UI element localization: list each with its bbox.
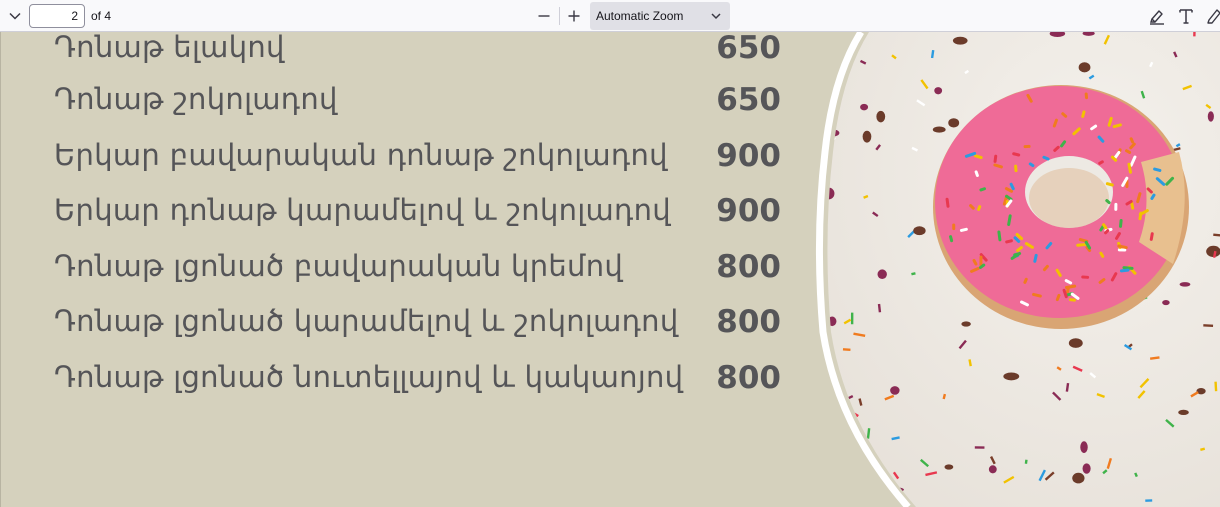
crumb bbox=[877, 269, 887, 279]
pdf-toolbar: of 4 Automatic Zoom bbox=[0, 0, 1220, 32]
pdf-page: Դոնաթ ելակով 650 Դոնաթ շոկոլադով 650 Երկ… bbox=[0, 32, 1220, 507]
draw-icon bbox=[1207, 9, 1220, 24]
highlight-button[interactable] bbox=[1146, 5, 1168, 27]
document-viewer[interactable]: Դոնաթ ելակով 650 Դոնաթ շոկոլադով 650 Երկ… bbox=[0, 32, 1220, 507]
menu-item: Դոնաթ լցոնած բավարական կրեմով 800 bbox=[1, 249, 821, 305]
crumb bbox=[850, 312, 854, 325]
zoom-out-button[interactable] bbox=[534, 5, 554, 27]
plus-icon bbox=[568, 10, 580, 22]
crumb bbox=[1203, 324, 1214, 327]
text-icon bbox=[1179, 9, 1193, 24]
crumb bbox=[1178, 409, 1189, 415]
draw-tool-button[interactable] bbox=[1203, 5, 1220, 27]
menu-item-name: Դոնաթ լցոնած նուտելլայով և կակաոյով bbox=[54, 360, 684, 394]
minus-icon bbox=[538, 15, 550, 17]
chevron-down-icon bbox=[9, 12, 21, 20]
zoom-in-button[interactable] bbox=[564, 5, 584, 27]
menu-item: Դոնաթ լցոնած կարամելով և շոկոլադով 800 bbox=[1, 304, 821, 360]
menu-item-price: 900 bbox=[716, 193, 781, 229]
highlighter-icon bbox=[1150, 10, 1164, 25]
menu-item-name: Դոնաթ ելակով bbox=[54, 32, 285, 64]
donut-illustration bbox=[815, 32, 1220, 507]
menu-item-name: Դոնաթ շոկոլադով bbox=[54, 82, 338, 116]
menu-item: Դոնաթ ելակով 650 bbox=[1, 32, 821, 86]
crumb bbox=[827, 316, 837, 327]
crumb bbox=[952, 36, 968, 45]
menu-item-price: 800 bbox=[716, 304, 781, 340]
menu-item: Դոնաթ շոկոլադով 650 bbox=[1, 82, 821, 138]
crumb bbox=[818, 423, 826, 433]
toolbar-divider bbox=[559, 7, 560, 25]
crumb bbox=[890, 386, 900, 395]
crumb bbox=[827, 42, 832, 50]
menu-item-name: Երկար բավարական դոնաթ շոկոլադով bbox=[54, 138, 668, 172]
crumb bbox=[1003, 372, 1020, 381]
crumb bbox=[948, 118, 960, 128]
crumb bbox=[1082, 463, 1091, 474]
crumb bbox=[1080, 441, 1088, 454]
crumb bbox=[862, 130, 872, 143]
crumb bbox=[1162, 299, 1170, 306]
chevron-down-icon bbox=[711, 13, 721, 20]
crumb bbox=[1072, 472, 1085, 484]
crumb bbox=[944, 464, 954, 470]
crumb bbox=[961, 321, 971, 327]
crumb bbox=[1068, 338, 1083, 348]
menu-item-name: Դոնաթ լցոնած կարամելով և շոկոլադով bbox=[54, 304, 679, 338]
donut-photo bbox=[801, 32, 1220, 507]
crumb bbox=[1145, 499, 1153, 502]
zoom-select-value: Automatic Zoom bbox=[596, 9, 684, 23]
sprinkle bbox=[1081, 275, 1090, 279]
crumb bbox=[932, 126, 946, 133]
menu-item-price: 900 bbox=[716, 138, 781, 174]
crumb bbox=[876, 110, 886, 123]
crumb bbox=[1078, 62, 1091, 73]
menu-item-price: 800 bbox=[716, 249, 781, 285]
crumb bbox=[913, 226, 926, 236]
page-count-label: of 4 bbox=[91, 9, 112, 23]
crumb bbox=[974, 446, 985, 449]
menu-item-name: Դոնաթ լցոնած բավարական կրեմով bbox=[54, 249, 624, 283]
crumb bbox=[934, 87, 943, 95]
menu-item-price: 650 bbox=[716, 82, 781, 118]
sprinkle bbox=[952, 223, 956, 231]
menu-item-name: Երկար դոնաթ կարամելով և շոկոլադով bbox=[54, 193, 671, 227]
crumb bbox=[1179, 282, 1191, 287]
menu-item-price: 800 bbox=[716, 360, 781, 396]
page-number-input[interactable] bbox=[29, 4, 85, 28]
menu-item: Երկար դոնաթ կարամելով և շոկոլադով 900 bbox=[1, 193, 821, 249]
text-tool-button[interactable] bbox=[1175, 5, 1197, 27]
crumb bbox=[988, 465, 997, 474]
crumb bbox=[860, 103, 869, 111]
crumb bbox=[1193, 32, 1196, 37]
menu-list: Դոնաթ ելակով 650 Դոնաթ շոկոլադով 650 Երկ… bbox=[1, 32, 821, 507]
crumb bbox=[1207, 111, 1214, 122]
crumb bbox=[842, 348, 851, 351]
sprinkle bbox=[1114, 202, 1118, 211]
sidebar-toggle-button[interactable] bbox=[4, 5, 26, 27]
crumb bbox=[827, 474, 840, 480]
menu-item: Երկար բավարական դոնաթ շոկոլադով 900 bbox=[1, 138, 821, 194]
sprinkle bbox=[1023, 144, 1031, 149]
menu-item-price: 650 bbox=[716, 32, 781, 66]
menu-item: Դոնաթ լցոնած նուտելլայով և կակաոյով 800 bbox=[1, 360, 821, 416]
zoom-select[interactable]: Automatic Zoom bbox=[590, 2, 730, 30]
